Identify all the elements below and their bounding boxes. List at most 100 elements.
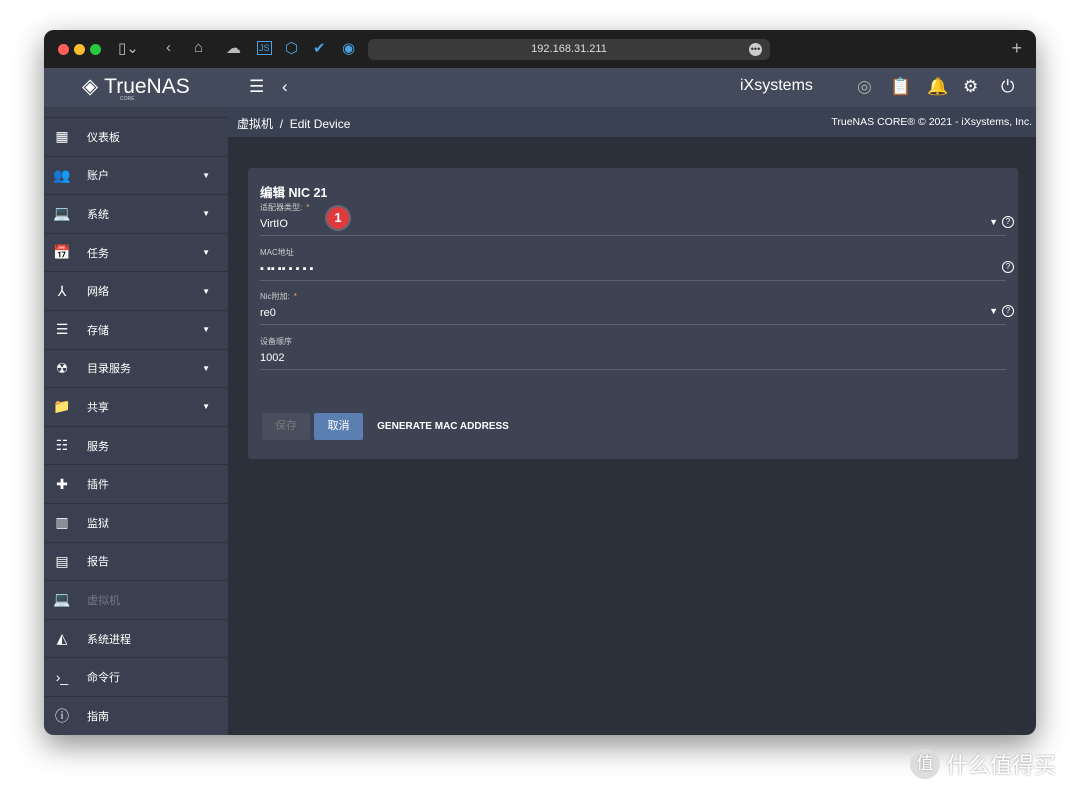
sidebar-item[interactable]: ☷ 服务 [44, 427, 228, 466]
sidebar-item[interactable]: ⓘ 指南 [44, 697, 228, 735]
ixsystems-logo[interactable]: iXsystems [740, 77, 813, 95]
truenas-logo[interactable]: ◈ TrueNAS CORE [82, 74, 190, 103]
sidebar-item-label: 目录服务 [87, 363, 131, 376]
sidebar-item[interactable]: ▤ 报告 [44, 543, 228, 582]
help-icon[interactable]: ? [1002, 305, 1014, 317]
network-icon: ⅄ [57, 282, 67, 299]
form-field[interactable]: Nic附加: * re0 ▼? [260, 291, 1014, 325]
caret-down-icon: ▼ [202, 170, 210, 180]
field-label: MAC地址 [260, 248, 294, 257]
minimize-window-button[interactable] [74, 44, 85, 55]
sidebar-item-label: 命令行 [87, 672, 120, 685]
truenas-logo-icon: ◈ [82, 75, 99, 98]
sidebar-item[interactable]: ›_ 命令行 [44, 658, 228, 697]
menu-icon[interactable]: ☰ [249, 77, 264, 97]
dropdown-arrow-icon[interactable]: ▼ [989, 217, 998, 227]
new-tab-icon[interactable]: + [1011, 38, 1022, 59]
sidebar-item-label: 存储 [87, 324, 109, 337]
process-icon: ◭ [56, 630, 68, 647]
laptop-icon: 💻 [53, 205, 71, 222]
address-bar[interactable]: 192.168.31.211 ••• [368, 39, 770, 60]
form-field[interactable]: 设备顺序 1002 [260, 336, 1006, 370]
caret-down-icon: ▼ [202, 286, 210, 296]
sidebar-toggle-icon[interactable]: ▯⌄ [118, 39, 139, 57]
sidebar-item[interactable]: ▦ 仪表板 [44, 118, 228, 157]
shell-icon: ›_ [55, 669, 69, 686]
sidebar-item[interactable]: 💻 虚拟机 [44, 581, 228, 620]
sidebar-item-label: 网络 [87, 286, 109, 299]
sidebar-item[interactable]: 👥 账户 ▼ [44, 157, 228, 196]
check-extension-icon[interactable]: ✔ [313, 39, 326, 57]
sidebar-item[interactable]: ✚ 插件 [44, 465, 228, 504]
breadcrumb-separator: / [279, 117, 284, 131]
jail-icon: ▥ [55, 514, 69, 531]
info-icon: ⓘ [55, 707, 69, 724]
clipboard-icon[interactable]: 📋 [890, 77, 911, 97]
sidebar-item-label: 服务 [87, 440, 109, 453]
sidebar-item-label: 虚拟机 [87, 594, 120, 607]
collapse-icon[interactable]: ‹ [282, 77, 288, 97]
sidebar-item[interactable]: ◭ 系统进程 [44, 620, 228, 659]
calendar-icon: 📅 [53, 244, 71, 261]
sidebar-item[interactable]: ☰ 存储 ▼ [44, 311, 228, 350]
sidebar-item[interactable]: 📁 共享 ▼ [44, 388, 228, 427]
sidebar-item-label: 指南 [87, 710, 109, 723]
field-value[interactable]: 1002 [260, 352, 1006, 364]
field-value[interactable]: re0 [260, 307, 1006, 319]
sidebar-item[interactable]: ▥ 监狱 [44, 504, 228, 543]
field-value[interactable]: ▪ ▪▪ ▪▪ ▪ ▪ ▪ ▪ [260, 263, 1006, 275]
people-icon: 👥 [53, 166, 71, 183]
dashboard-icon: ▦ [55, 128, 69, 145]
sidebar-item-label: 共享 [87, 401, 109, 414]
field-label: 设备顺序 [260, 337, 292, 346]
sidebar-item-label: 系统进程 [87, 633, 131, 646]
breadcrumb-current: Edit Device [289, 117, 351, 131]
cancel-button[interactable]: 取消 [314, 413, 363, 440]
list-icon: ☰ [55, 321, 69, 338]
js-extension-icon[interactable]: JS [257, 41, 272, 55]
save-button[interactable]: 保存 [262, 413, 310, 440]
brand-sub: CORE [120, 96, 135, 102]
generate-mac-button[interactable]: GENERATE MAC ADDRESS [373, 413, 513, 440]
sidebar-item-label: 仪表板 [87, 131, 120, 144]
cube-extension-icon[interactable]: ⬡ [285, 39, 298, 57]
sidebar-item[interactable]: 📅 任务 ▼ [44, 234, 228, 273]
caret-down-icon: ▼ [202, 325, 210, 335]
edit-nic-card: 编辑 NIC 21 适配器类型: * VirtIO ▼? MAC地址 ▪ ▪▪ ▪▪ ▪ … [248, 168, 1018, 459]
home-icon[interactable]: ⌂ [194, 39, 203, 56]
sidebar-item[interactable]: ☢ 目录服务 ▼ [44, 350, 228, 389]
gear-icon[interactable]: ⚙ [963, 77, 978, 97]
form-field[interactable]: MAC地址 ▪ ▪▪ ▪▪ ▪ ▪ ▪ ▪? [260, 247, 1014, 281]
bell-icon[interactable]: 🔔 [927, 77, 948, 97]
caret-down-icon: ▼ [202, 209, 210, 219]
copyright: TrueNAS CORE® © 2021 - iXsystems, Inc. [831, 116, 1032, 128]
power-icon[interactable]: ⏻ [1001, 77, 1014, 97]
cloud-icon[interactable]: ☁ [226, 39, 241, 57]
help-icon[interactable]: ? [1002, 261, 1014, 273]
sidebar: ▦ 仪表板 👥 账户 ▼ 💻 系统 ▼ 📅 任务 ▼ ⅄ 网络 ▼ ☰ 存储 ▼ ☢ 目录服务 ▼ 📁 共享 ▼ ☷ 服务 ✚ 插件… [44, 107, 228, 735]
caret-down-icon: ▼ [202, 363, 210, 373]
field-value[interactable]: VirtIO [260, 218, 1006, 230]
required-marker: * [293, 292, 297, 301]
sidebar-item-label: 报告 [87, 556, 109, 569]
back-icon[interactable]: ‹ [166, 39, 171, 56]
browser-titlebar: ▯⌄ ‹ ⌂ ☁ JS ⬡ ✔ ◉ 192.168.31.211 ••• + [44, 30, 1036, 68]
more-icon[interactable]: ••• [749, 43, 762, 56]
breadcrumb-parent[interactable]: 虚拟机 [237, 117, 273, 131]
maximize-window-button[interactable] [90, 44, 101, 55]
close-window-button[interactable] [58, 44, 69, 55]
truecommand-icon[interactable]: ◎ [857, 77, 872, 97]
sidebar-item[interactable]: 💻 系统 ▼ [44, 195, 228, 234]
help-icon[interactable]: ? [1002, 216, 1014, 228]
sliders-icon: ☷ [55, 437, 69, 454]
url-text: 192.168.31.211 [531, 43, 607, 55]
watermark-text: 什么值得买 [946, 753, 1057, 778]
annotation-badge: 1 [327, 207, 349, 229]
breadcrumb: 虚拟机 / Edit Device TrueNAS CORE® © 2021 -… [228, 107, 1036, 137]
watermark: 值什么值得买 [910, 748, 1056, 780]
form-field[interactable]: 适配器类型: * VirtIO ▼? [260, 202, 1014, 236]
dropdown-arrow-icon[interactable]: ▼ [989, 306, 998, 316]
caret-down-icon: ▼ [202, 402, 210, 412]
sidebar-item[interactable]: ⅄ 网络 ▼ [44, 272, 228, 311]
password-extension-icon[interactable]: ◉ [342, 39, 355, 57]
